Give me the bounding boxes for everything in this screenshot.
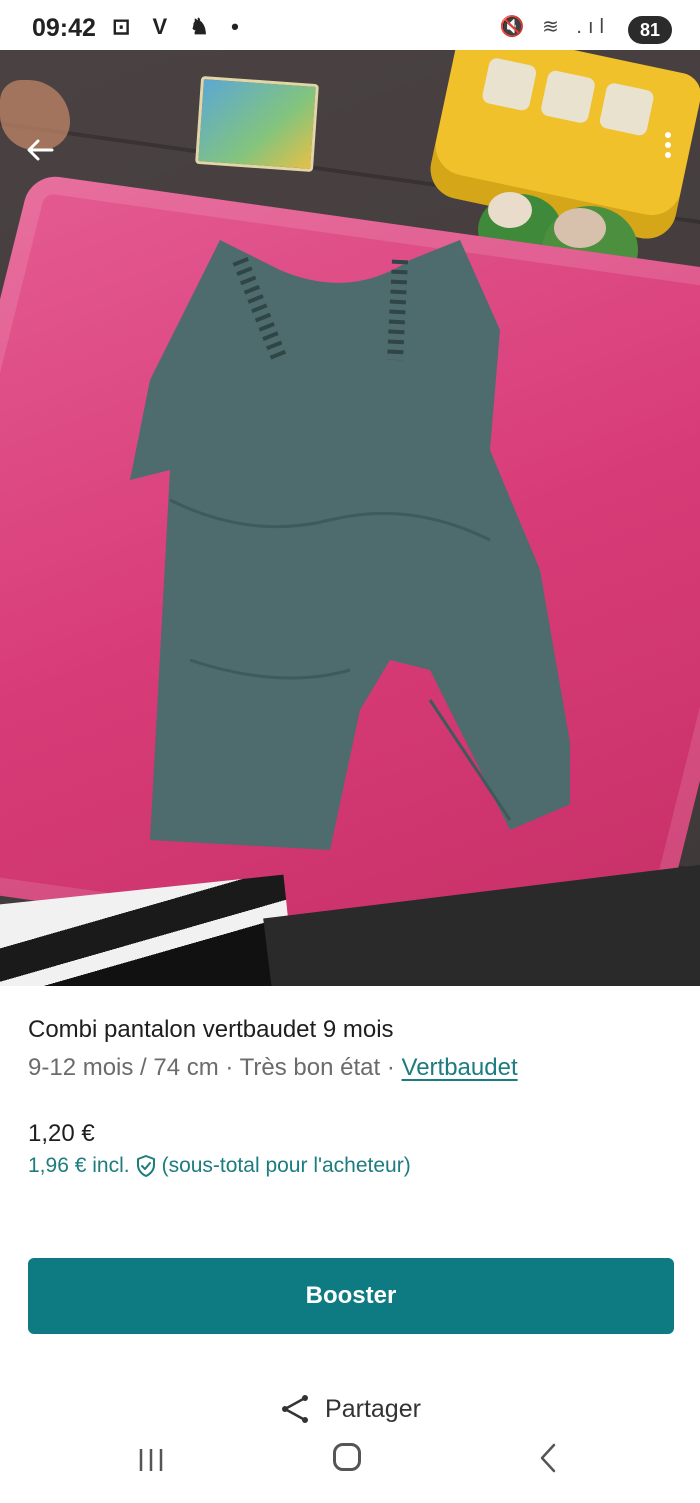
item-photo-carousel[interactable] [0,50,700,986]
nav-back-icon[interactable] [534,1441,564,1475]
item-meta: 9-12 mois / 74 cm · Très bon état · Vert… [28,1054,518,1082]
photo-garment [130,240,570,850]
share-icon [282,1395,309,1423]
item-size: 9-12 mois / 74 cm [28,1054,219,1081]
item-brand-link[interactable]: Vertbaudet [402,1054,518,1081]
shield-check-icon [136,1155,155,1177]
item-condition: Très bon état [239,1054,381,1081]
system-nav-bar [0,1423,700,1503]
price-incl-note: (sous-total pour l'acheteur) [161,1154,411,1177]
share-button[interactable]: Partager [0,1392,700,1426]
status-time: 09:42 [32,14,96,42]
status-system-icons: 🔇 ≋ .ıl [499,16,610,38]
status-notification-icons: ⊡ V ♞ • [112,14,247,39]
meta-separator: · [225,1054,234,1081]
back-arrow-icon[interactable] [24,134,56,166]
price-incl-value: 1,96 € incl. [28,1154,130,1177]
price-with-protection[interactable]: 1,96 € incl. (sous-total pour l'acheteur… [28,1154,411,1178]
nav-home-icon[interactable] [333,1443,361,1471]
booster-button[interactable]: Booster [28,1258,674,1334]
battery-level: 81 [628,16,672,44]
share-label: Partager [325,1394,421,1423]
nav-recents-icon[interactable] [136,1447,166,1473]
meta-separator: · [386,1054,395,1081]
more-vert-icon[interactable] [662,128,674,168]
status-bar: 09:42 ⊡ V ♞ • 🔇 ≋ .ıl 81 [0,0,700,56]
item-title: Combi pantalon vertbaudet 9 mois [28,1016,394,1043]
photo-background-book [195,75,319,173]
item-price: 1,20 € [28,1120,95,1147]
